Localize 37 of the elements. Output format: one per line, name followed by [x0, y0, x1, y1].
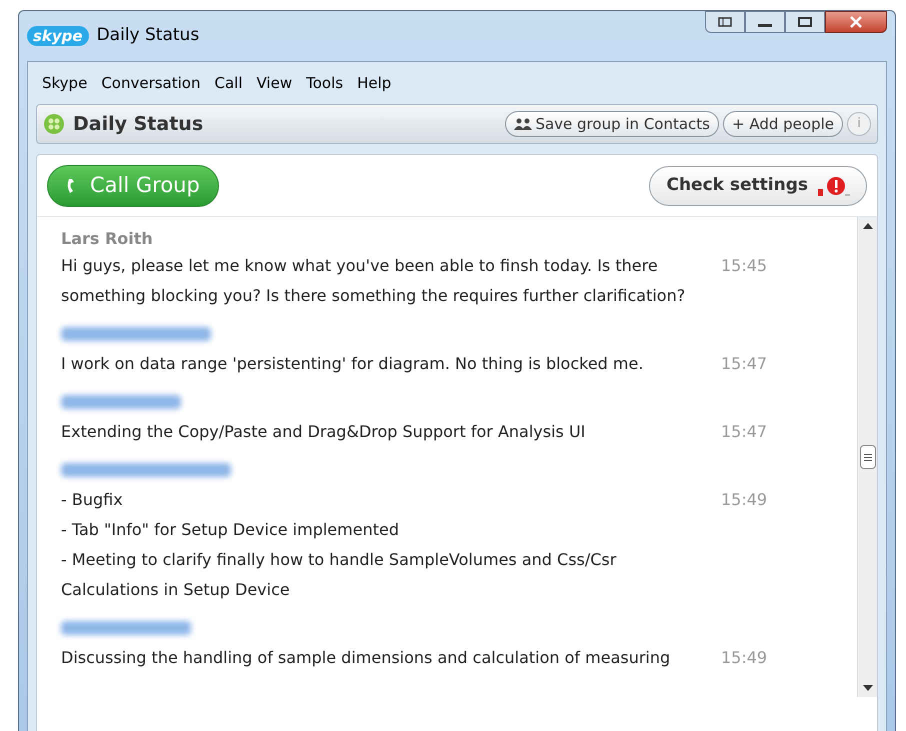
conversation-title: Daily Status: [73, 112, 204, 137]
message-text: Discussing the handling of sample dimensions and calculation of measuring: [61, 647, 672, 669]
close-button[interactable]: [825, 11, 887, 33]
maximize-button[interactable]: [785, 11, 825, 33]
menu-item[interactable]: Conversation: [101, 72, 200, 94]
menu-item[interactable]: Tools: [306, 72, 344, 94]
scroll-down-icon: [862, 685, 872, 691]
scroll-thumb[interactable]: [860, 445, 876, 469]
message-time: 15:49: [721, 489, 768, 511]
minimize-button[interactable]: [745, 11, 785, 33]
message-text: I work on data range 'persistenting' for diagram. No thing is blocked me.: [61, 353, 644, 375]
add-people-button[interactable]: + Add people: [723, 111, 843, 137]
restore-button[interactable]: [705, 11, 745, 33]
message-time: 15:49: [721, 647, 768, 669]
message-time: 15:47: [721, 421, 768, 443]
menu-item[interactable]: Help: [357, 72, 392, 94]
close-icon: [849, 16, 863, 28]
save-group-button[interactable]: Save group in Contacts: [505, 111, 719, 137]
scrollbar[interactable]: [857, 217, 877, 697]
menu-item[interactable]: View: [256, 72, 292, 94]
message-time: 15:47: [721, 353, 768, 375]
compact-view-icon: [718, 17, 732, 27]
group-icon: [43, 113, 65, 135]
menu-item[interactable]: Skype: [42, 72, 88, 94]
minimize-icon: [758, 24, 772, 27]
check-settings-button[interactable]: Check settings: [649, 166, 867, 206]
message-time: 15:45: [721, 255, 768, 277]
message-text: - Bugfix - Tab "Info" for Setup Device implemented - Meeting to clarify finally how to handle SampleVolumes and Css/Csr Calculations in Setup Device: [61, 489, 618, 601]
window-title: Daily Status: [96, 24, 200, 48]
message-text: Hi guys, please let me know what you've been able to finsh today. Is there something blocking you? Is there something the requires further clarification?: [61, 255, 686, 307]
message-text: Extending the Copy/Paste and Drag&Drop Support for Analysis UI: [61, 421, 586, 443]
sender-name: Lars Roith: [61, 228, 153, 250]
skype-logo: skype: [27, 26, 89, 46]
scroll-up-icon: [862, 223, 872, 229]
menu-item[interactable]: Call: [214, 72, 242, 94]
people-icon: [514, 118, 532, 130]
maximize-icon: [798, 17, 812, 27]
